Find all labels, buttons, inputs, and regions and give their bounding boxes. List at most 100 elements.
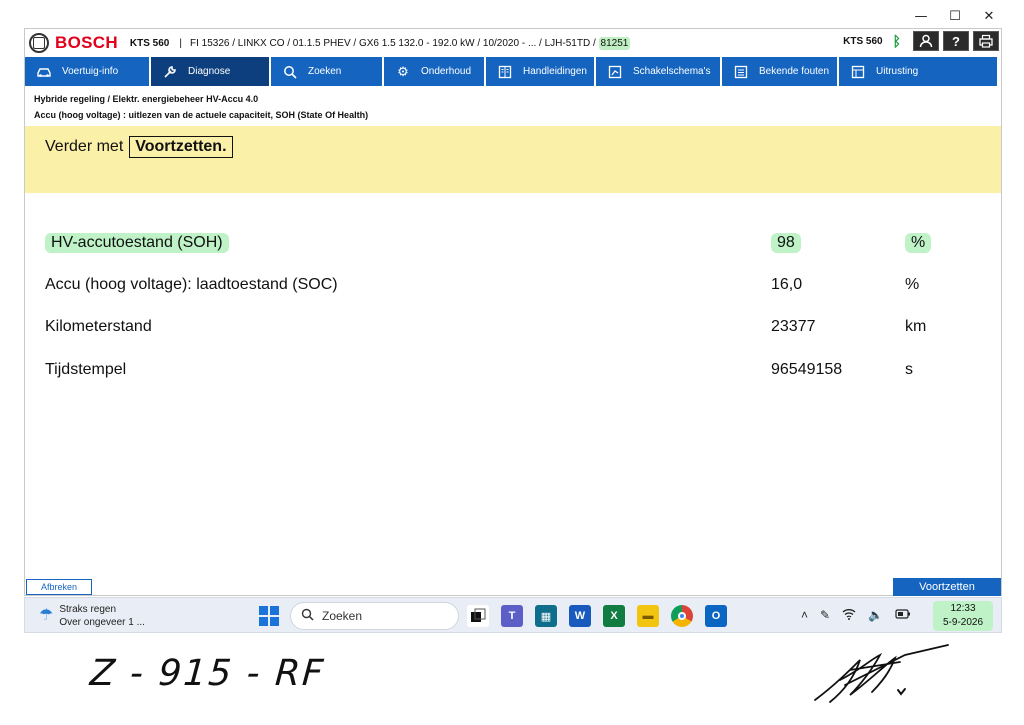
weather-text: Straks regen Over ongeveer 1 ... — [59, 603, 145, 629]
pen-icon[interactable]: ✎ — [820, 608, 830, 623]
vehicle-code: 81251 — [598, 36, 631, 50]
menu-bekende-fouten[interactable]: Bekende fouten — [722, 57, 837, 86]
word-icon[interactable]: W — [569, 605, 591, 627]
title-separator: | — [179, 37, 182, 49]
measurement-unit: % — [905, 233, 932, 253]
weather-subtitle: Over ongeveer 1 ... — [59, 617, 145, 628]
start-button[interactable] — [259, 606, 279, 626]
menu-diagnose[interactable]: Diagnose — [151, 57, 269, 86]
user-icon — [919, 34, 933, 48]
taskbar-search[interactable]: Zoeken — [290, 602, 459, 630]
weather-title: Straks regen — [59, 604, 117, 615]
bluetooth-icon: ᛒ — [892, 33, 901, 49]
user-button[interactable] — [913, 31, 939, 51]
list-icon — [732, 65, 750, 79]
measurement-unit: s — [905, 361, 913, 378]
signature — [814, 644, 949, 703]
taskbar: ☂ Straks regen Over ongeveer 1 ... Zoeke… — [24, 597, 1002, 633]
clock-date: 5-9-2026 — [942, 617, 984, 628]
menu-label: Bekende fouten — [759, 66, 830, 77]
search-icon — [281, 65, 299, 79]
device-name-right: KTS 560 — [843, 35, 883, 47]
measurement-value: 16,0 — [771, 276, 803, 293]
clock[interactable]: 12:33 5-9-2026 — [933, 601, 993, 631]
title-bar: BOSCH KTS 560 | FI 15326 / LINKX CO / 01… — [25, 29, 1001, 57]
vehicle-info: FI 15326 / LINKX CO / 01.1.5 PHEV / GX6 … — [189, 36, 631, 50]
close-button[interactable]: ✕ — [972, 6, 1006, 26]
breadcrumb-line-1: Hybride regeling / Elektr. energiebeheer… — [34, 94, 259, 104]
schematic-icon — [606, 65, 624, 79]
instruction-label: Verder met — [45, 138, 124, 155]
search-placeholder: Zoeken — [322, 609, 363, 623]
system-tray: ˄ ✎ 🔈 — [801, 608, 911, 623]
menu-label: Diagnose — [188, 66, 231, 77]
teams-icon[interactable]: T — [501, 605, 523, 627]
volume-icon[interactable]: 🔈 — [868, 608, 883, 623]
brand-logo: BOSCH — [55, 33, 118, 52]
application-window: BOSCH KTS 560 | FI 15326 / LINKX CO / 01… — [24, 28, 1002, 596]
printer-icon — [979, 34, 993, 48]
book-icon — [496, 65, 514, 79]
wifi-icon[interactable] — [842, 608, 856, 623]
chevron-up-icon[interactable]: ˄ — [801, 608, 808, 623]
measurement-row-odometer: Kilometerstand 23377 km — [25, 314, 1001, 342]
chrome-icon[interactable] — [671, 605, 693, 627]
action-bar: Afbreken Voortzetten — [25, 578, 1001, 596]
excel-icon[interactable]: X — [603, 605, 625, 627]
device-name: KTS 560 — [129, 37, 170, 49]
help-button[interactable]: ? — [943, 31, 969, 51]
continue-button[interactable]: Voortzetten — [893, 578, 1001, 596]
title-actions: KTS 560 ᛒ ? — [843, 31, 999, 51]
print-button[interactable] — [973, 31, 999, 51]
instruction-text: Verder met Voortzetten. — [45, 136, 233, 158]
bosch-logo-icon — [29, 33, 49, 53]
file-explorer-icon[interactable]: ▬ — [637, 605, 659, 627]
clock-time: 12:33 — [950, 603, 976, 614]
menu-label: Uitrusting — [876, 66, 919, 77]
menu-handleidingen[interactable]: Handleidingen — [486, 57, 594, 86]
abort-button[interactable]: Afbreken — [26, 579, 92, 595]
handwritten-license-plate: Z - 915 - RF — [88, 653, 327, 694]
menu-onderhoud[interactable]: ⚙ Onderhoud — [384, 57, 484, 86]
car-icon — [35, 66, 53, 78]
measurement-unit: % — [905, 276, 920, 293]
menu-schakelschemas[interactable]: Schakelschema's — [596, 57, 720, 86]
wrench-icon — [161, 64, 179, 79]
search-icon — [301, 608, 314, 624]
battery-icon[interactable] — [895, 608, 911, 623]
breadcrumb-line-2: Accu (hoog voltage) : uitlezen van de ac… — [34, 110, 369, 120]
equipment-icon — [849, 65, 867, 79]
measurement-label: HV-accutoestand (SOH) — [45, 233, 229, 253]
menu-uitrusting[interactable]: Uitrusting — [839, 57, 997, 86]
breadcrumb: Hybride regeling / Elektr. energiebeheer… — [34, 91, 368, 123]
maximize-button[interactable]: ☐ — [938, 6, 972, 26]
measurement-row-soh: HV-accutoestand (SOH) 98 % — [25, 229, 1001, 257]
menu-label: Handleidingen — [523, 66, 587, 77]
task-view-icon[interactable] — [467, 605, 489, 627]
umbrella-icon: ☂ — [39, 607, 54, 624]
help-icon: ? — [952, 33, 960, 49]
vehicle-info-text: FI 15326 / LINKX CO / 01.1.5 PHEV / GX6 … — [189, 37, 596, 49]
menu-voertuig-info[interactable]: Voertuig-info — [25, 57, 149, 86]
weather-widget[interactable]: ☂ Straks regen Over ongeveer 1 ... — [39, 603, 145, 629]
menu-label: Schakelschema's — [633, 66, 711, 77]
measurement-value: 96549158 — [771, 361, 843, 378]
measurement-label: Kilometerstand — [45, 318, 152, 335]
menu-label: Onderhoud — [421, 66, 472, 77]
measurement-unit: km — [905, 318, 927, 335]
window-controls: — ☐ ✕ — [904, 6, 1006, 26]
gear-icon: ⚙ — [397, 63, 409, 79]
outlook-icon[interactable]: O — [705, 605, 727, 627]
measurement-label: Tijdstempel — [45, 361, 127, 378]
menu-label: Voertuig-info — [62, 66, 119, 77]
measurement-label: Accu (hoog voltage): laadtoestand (SOC) — [45, 276, 338, 293]
measurement-row-timestamp: Tijdstempel 96549158 s — [25, 357, 1001, 385]
pinned-apps: T ▦ W X ▬ O — [467, 605, 727, 627]
instruction-banner: Verder met Voortzetten. — [25, 126, 1001, 193]
measurement-value: 98 — [771, 233, 801, 253]
main-menu: Voertuig-info Diagnose Zoeken ⚙ Onderhou… — [25, 57, 1001, 86]
menu-zoeken[interactable]: Zoeken — [271, 57, 382, 86]
store-icon[interactable]: ▦ — [535, 605, 557, 627]
minimize-button[interactable]: — — [904, 6, 938, 26]
instruction-continue-keyword: Voortzetten. — [129, 136, 233, 158]
